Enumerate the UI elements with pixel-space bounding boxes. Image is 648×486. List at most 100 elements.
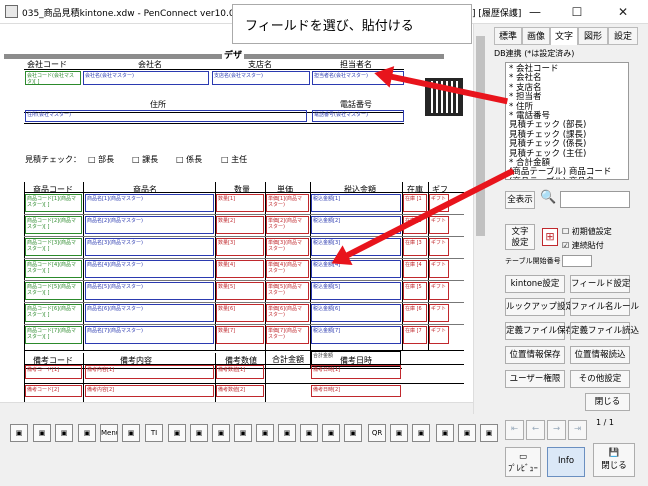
toolbar-tool-icon[interactable]: ▣ xyxy=(78,424,96,442)
field-quantity-5[interactable]: 数量[5] xyxy=(216,282,264,300)
field-tax-amount-4[interactable]: 税込金額[4] xyxy=(311,260,401,278)
info-button[interactable]: Info xyxy=(547,447,585,477)
toolbar-tool-icon[interactable]: ▣ xyxy=(458,424,476,442)
field-product-name-5[interactable]: 商品名[5](商品マスター) xyxy=(85,282,214,300)
toolbar-tool-icon[interactable]: ▣ xyxy=(10,424,28,442)
field-note-code-2[interactable]: 備考コード[2] xyxy=(25,385,82,397)
checkbox-manager[interactable]: □ 部長 xyxy=(88,154,114,165)
field-tax-amount-1[interactable]: 税込金額[1] xyxy=(311,194,401,212)
field-unit-price-3[interactable]: 単価[3](商品マスター) xyxy=(266,238,309,256)
field-unit-price-5[interactable]: 単価[5](商品マスター) xyxy=(266,282,309,300)
field-quantity-4[interactable]: 数量[4] xyxy=(216,260,264,278)
toolbar-tool-icon[interactable]: ▣ xyxy=(55,424,73,442)
toolbar-tool-icon[interactable]: ▣ xyxy=(190,424,208,442)
first-page-button[interactable]: ⇤ xyxy=(505,420,524,440)
field-gift-3[interactable]: ギフト xyxy=(429,238,449,256)
toolbar-tool-icon[interactable]: QR xyxy=(368,424,386,442)
search-icon[interactable]: 🔍 xyxy=(540,190,556,208)
field-unit-price-1[interactable]: 単価[1](商品マスター) xyxy=(266,194,309,212)
toolbar-tool-icon[interactable]: ▣ xyxy=(412,424,430,442)
toolbar-tool-icon[interactable]: ▣ xyxy=(390,424,408,442)
field-gift-5[interactable]: ギフト xyxy=(429,282,449,300)
close-save-button[interactable]: 💾 閉じる xyxy=(593,443,635,477)
minimize-button[interactable]: — xyxy=(514,2,556,22)
scroll-thumb[interactable] xyxy=(476,36,485,236)
field-product-name-1[interactable]: 商品名[1](商品マスター) xyxy=(85,194,214,212)
load-position-button[interactable]: 位置情報読込 xyxy=(570,346,630,364)
vertical-scrollbar[interactable] xyxy=(473,24,487,414)
field-phone[interactable]: 電話番号(会社マスター) xyxy=(312,110,404,122)
toolbar-tool-icon[interactable]: ▣ xyxy=(278,424,296,442)
tab-text[interactable]: 文字 xyxy=(550,27,578,45)
field-product-code-7[interactable]: 商品コード[7](商品マスター)[ ] xyxy=(25,326,82,344)
field-note-content-1[interactable]: 備考内容[1] xyxy=(85,365,214,379)
db-field-list[interactable]: * 会社コード * 会社名 * 支店名 * 担当者 * 住所 * 電話番号 見積チェック … xyxy=(505,62,629,180)
field-quantity-2[interactable]: 数量[2] xyxy=(216,216,264,234)
field-quantity-6[interactable]: 数量[6] xyxy=(216,304,264,322)
checkbox-subsection-chief[interactable]: □ 係長 xyxy=(176,154,202,165)
field-unit-price-2[interactable]: 単価[2](商品マスター) xyxy=(266,216,309,234)
preview-button[interactable]: ▭ ﾌﾟﾚﾋﾞｭｰ xyxy=(505,447,541,477)
field-note-datetime-2[interactable]: 備考日時[2] xyxy=(311,385,401,397)
db-item[interactable]: (商品テーブル) 商品名 xyxy=(509,177,625,179)
prev-page-button[interactable]: ← xyxy=(526,420,545,440)
field-product-name-6[interactable]: 商品名[6](商品マスター) xyxy=(85,304,214,322)
field-company-name[interactable]: 会社名(会社マスター) xyxy=(83,71,209,85)
field-product-code-4[interactable]: 商品コード[4](商品マスター)[ ] xyxy=(25,260,82,278)
field-company-code[interactable]: 会社コード(会社マスタ)[ ] xyxy=(25,71,81,85)
toolbar-tool-icon[interactable]: ▣ xyxy=(122,424,140,442)
field-product-name-2[interactable]: 商品名[2](商品マスター) xyxy=(85,216,214,234)
field-stock-6[interactable]: 在庫 [6 xyxy=(403,304,427,322)
save-definition-button[interactable]: 定義ファイル保存 xyxy=(505,322,574,340)
toolbar-tool-icon[interactable]: ▣ xyxy=(322,424,340,442)
close-button[interactable]: ✕ xyxy=(602,2,644,22)
field-stock-3[interactable]: 在庫 [3 xyxy=(403,238,427,256)
field-branch[interactable]: 支店名(会社マスター) xyxy=(212,71,310,85)
toolbar-tool-icon[interactable]: ▣ xyxy=(212,424,230,442)
field-product-code-6[interactable]: 商品コード[6](商品マスター)[ ] xyxy=(25,304,82,322)
insert-field-icon[interactable]: ⊞ xyxy=(542,228,558,246)
toolbar-tool-icon[interactable]: ▣ xyxy=(480,424,498,442)
field-unit-price-4[interactable]: 単価[4](商品マスター) xyxy=(266,260,309,278)
field-gift-7[interactable]: ギフト xyxy=(429,326,449,344)
field-settings-button[interactable]: フィールド設定 xyxy=(570,275,630,293)
field-product-name-4[interactable]: 商品名[4](商品マスター) xyxy=(85,260,214,278)
toolbar-tool-icon[interactable]: ▣ xyxy=(234,424,252,442)
field-tax-amount-6[interactable]: 税込金額[6] xyxy=(311,304,401,322)
field-note-number-1[interactable]: 備考数値[1] xyxy=(216,365,264,379)
init-value-checkbox[interactable]: ☐ 初期値設定 xyxy=(562,226,612,237)
field-gift-4[interactable]: ギフト xyxy=(429,260,449,278)
field-product-name-3[interactable]: 商品名[3](商品マスター) xyxy=(85,238,214,256)
field-unit-price-7[interactable]: 単価[7](商品マスター) xyxy=(266,326,309,344)
field-tax-amount-7[interactable]: 税込金額[7] xyxy=(311,326,401,344)
text-setting-button[interactable]: 文字 設定 xyxy=(505,224,535,250)
toolbar-tool-icon[interactable]: TI xyxy=(145,424,163,442)
field-stock-5[interactable]: 在庫 [5 xyxy=(403,282,427,300)
table-start-input[interactable] xyxy=(562,255,592,267)
field-gift-2[interactable]: ギフト xyxy=(429,216,449,234)
field-product-code-5[interactable]: 商品コード[5](商品マスター)[ ] xyxy=(25,282,82,300)
kintone-settings-button[interactable]: kintone設定 xyxy=(505,275,565,293)
toolbar-tool-icon[interactable]: ▣ xyxy=(300,424,318,442)
field-stock-4[interactable]: 在庫 [4 xyxy=(403,260,427,278)
toolbar-tool-icon[interactable]: ▣ xyxy=(344,424,362,442)
field-stock-1[interactable]: 在庫 [1 xyxy=(403,194,427,212)
toolbar-tool-icon[interactable]: Menu xyxy=(100,424,118,442)
field-unit-price-6[interactable]: 単価[6](商品マスター) xyxy=(266,304,309,322)
toolbar-tool-icon[interactable]: ▣ xyxy=(436,424,454,442)
save-position-button[interactable]: 位置情報保存 xyxy=(505,346,565,364)
field-product-name-7[interactable]: 商品名[7](商品マスター) xyxy=(85,326,214,344)
toolbar-tool-icon[interactable]: ▣ xyxy=(33,424,51,442)
last-page-button[interactable]: ⇥ xyxy=(568,420,587,440)
field-product-code-1[interactable]: 商品コード[1](商品マスター)[ ] xyxy=(25,194,82,212)
horizontal-scrollbar[interactable] xyxy=(0,402,473,414)
panel-close-button[interactable]: 閉じる xyxy=(585,393,630,411)
next-page-button[interactable]: → xyxy=(547,420,566,440)
field-note-datetime-1[interactable]: 備考日時[1] xyxy=(311,365,401,379)
field-quantity-3[interactable]: 数量[3] xyxy=(216,238,264,256)
search-input[interactable] xyxy=(560,191,630,208)
lookup-settings-button[interactable]: ルックアップ設定 xyxy=(505,298,574,316)
field-address[interactable]: 住所(会社マスター) xyxy=(25,110,307,122)
other-settings-button[interactable]: その他設定 xyxy=(570,370,630,388)
show-all-button[interactable]: 全表示 xyxy=(505,191,535,209)
